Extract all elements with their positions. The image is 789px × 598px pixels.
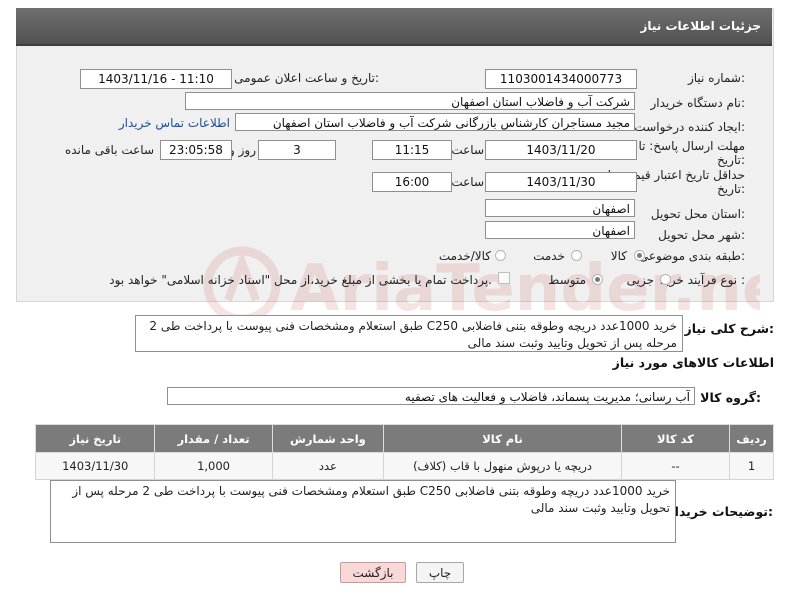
treasury-payment-checkbox[interactable] — [498, 272, 510, 284]
col-row: ردیف — [729, 424, 774, 453]
category-label: طبقه بندی موضوعی: — [638, 249, 745, 263]
category-radio-goods[interactable] — [634, 250, 645, 261]
back-button[interactable]: بازگشت — [340, 562, 406, 583]
price-validity-time-field: 16:00 — [372, 172, 452, 192]
creator-field: مجید مستاجران کارشناس بازرگانی شرکت آب و… — [235, 113, 635, 131]
description-label: شرح کلی نیاز: — [684, 321, 775, 336]
price-validity-date-field: 1403/11/30 — [485, 172, 637, 192]
deadline-time-field: 11:15 — [372, 140, 452, 160]
announce-date-field: 1403/11/16 - 11:10 — [80, 69, 232, 89]
days-remaining-field: 3 — [258, 140, 336, 160]
category-radio-service[interactable] — [571, 250, 582, 261]
category-option-goods-service: کالا/خدمت — [438, 249, 491, 263]
goods-table: ردیف کد کالا نام کالا واحد شمارش تعداد /… — [34, 424, 774, 480]
city-label: شهر محل تحویل: — [658, 228, 745, 242]
announce-date-label: تاریخ و ساعت اعلان عمومی: — [234, 71, 379, 85]
city-field: اصفهان — [485, 221, 635, 239]
remaining-time-label: ساعت باقی مانده — [64, 143, 154, 157]
price-validity-time-label: ساعت — [451, 175, 484, 189]
process-radio-medium[interactable] — [592, 274, 603, 285]
purchase-process-label: نوع فرآیند خرید : — [660, 273, 745, 287]
deadline-label: مهلت ارسال پاسخ: تا — [638, 139, 745, 153]
process-option-minor: جزیی — [626, 273, 654, 287]
goods-group-field: آب رسانی؛ مدیریت پسماند، فاضلاب و فعالیت… — [167, 387, 695, 405]
province-field: اصفهان — [485, 199, 635, 217]
buyer-notes-label: توضیحات خریدار: — [667, 504, 773, 519]
buyer-org-field: شرکت آب و فاضلاب استان اصفهان — [185, 92, 635, 110]
category-option-service: خدمت — [533, 249, 565, 263]
col-name: نام کالا — [383, 424, 622, 453]
deadline-date-field: 1403/11/20 — [485, 140, 637, 160]
buyer-contact-link[interactable]: اطلاعات تماس خریدار — [119, 116, 230, 130]
col-need-date: تاریخ نیاز — [34, 424, 156, 453]
buyer-org-label: نام دستگاه خریدار: — [650, 96, 746, 110]
col-quantity: تعداد / مقدار — [154, 424, 273, 453]
process-option-medium: متوسط — [548, 273, 586, 287]
process-radio-minor[interactable] — [660, 274, 671, 285]
col-unit: واحد شمارش — [271, 424, 385, 453]
treasury-payment-note: پرداخت تمام یا بخشی از مبلغ خرید،از محل … — [109, 273, 492, 287]
days-label: روز و — [229, 143, 256, 157]
goods-group-label: گروه کالا: — [700, 390, 761, 405]
cell-quantity: 1,000 — [154, 452, 273, 480]
goods-table-header: ردیف کد کالا نام کالا واحد شمارش تعداد /… — [34, 424, 774, 453]
cell-name: دریچه یا درپوش منهول با قاب (کلاف) — [383, 452, 622, 480]
col-code: کد کالا — [620, 424, 731, 453]
need-number-field: 1103001434000773 — [485, 69, 637, 89]
category-radio-goods-service[interactable] — [495, 250, 506, 261]
price-validity-label-date: تاریخ: — [717, 182, 745, 196]
table-row: 1 -- دریچه یا درپوش منهول با قاب (کلاف) … — [34, 452, 774, 480]
panel-title: جزئیات اطلاعات نیاز — [640, 19, 761, 33]
province-label: استان محل تحویل: — [650, 207, 745, 221]
remaining-time-field: 23:05:58 — [160, 140, 232, 160]
deadline-label-date: تاریخ: — [717, 153, 745, 167]
cell-need-date: 1403/11/30 — [34, 452, 156, 480]
print-button[interactable]: چاپ — [416, 562, 464, 583]
category-option-goods: کالا — [610, 249, 627, 263]
cell-code: -- — [620, 452, 731, 480]
goods-section-title: اطلاعات کالاهای مورد نیاز — [612, 355, 774, 370]
cell-row: 1 — [729, 452, 774, 480]
creator-label: ایجاد کننده درخواست: — [634, 120, 745, 134]
buyer-notes-text: خرید 1000عدد دریچه وطوقه بتنی فاضلابی C2… — [50, 480, 676, 543]
cell-unit: عدد — [271, 452, 385, 480]
deadline-time-label: ساعت — [451, 143, 484, 157]
description-text: خرید 1000عدد دریچه وطوقه بتنی فاضلابی C2… — [135, 315, 683, 352]
need-number-label: شماره نیاز: — [687, 71, 745, 85]
